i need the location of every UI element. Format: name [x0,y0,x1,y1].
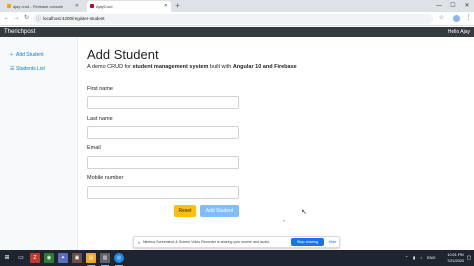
brand-link[interactable]: Therichpost [4,27,35,37]
menu-kebab-icon[interactable]: ⋮ [464,14,473,23]
scroll-caret-icon: ▾ [283,218,286,223]
first-name-label: First name [87,86,113,92]
site-info-icon[interactable]: ⓘ [36,14,41,24]
profile-avatar[interactable] [453,15,460,22]
page-title: Add Student [87,47,159,62]
last-name-label: Last name [87,116,113,122]
new-tab-plus-icon[interactable]: + [173,1,182,10]
reload-icon[interactable]: ↻ [22,14,31,23]
chrome-icon[interactable]: ◎ [114,253,124,266]
window-close-icon[interactable]: ✕ [460,0,474,12]
app-green-icon[interactable]: ◉ [44,253,54,263]
sidebar-item-label: Students List [16,66,45,72]
share-message: Nimbus Screenshot & Screen Video Recorde… [143,240,270,244]
add-student-button[interactable]: Add Student [200,205,239,217]
pause-icon: ⏸ [138,240,140,245]
star-icon[interactable]: ☆ [437,14,446,23]
firebase-favicon-icon [7,4,11,8]
mobile-number-input[interactable] [87,186,239,199]
terminal-icon[interactable]: ▣ [72,253,82,263]
page-subtitle: A demo CRUD for student management syste… [87,64,297,71]
angular-favicon-icon [90,4,94,8]
clock-date: 7/21/2020 [447,259,464,263]
filezilla-icon[interactable]: Z [30,253,40,263]
forward-icon[interactable]: → [12,14,21,23]
email-label: Email [87,145,101,151]
user-greeting: Hello Ajay [447,29,470,35]
subtitle-bold-system: student management system [132,64,209,70]
minimize-icon[interactable]: — [432,0,446,12]
mouse-cursor-icon: ↖ [301,209,307,216]
url-text: localhost:4200/register-student [43,16,105,21]
subtitle-text: A demo CRUD for [87,64,133,70]
address-bar[interactable]: ⓘ localhost:4200/register-student [33,14,433,24]
tab-close-icon[interactable]: ✕ [75,1,79,12]
mobile-number-label: Mobile number [87,175,124,181]
language-indicator[interactable]: ENG [427,250,436,266]
tab-firebase-console[interactable]: ajay crud - Firebase console ✕ [4,1,82,12]
sidebar-item-label: Add Student [16,52,44,58]
file-explorer-icon[interactable]: ▤ [86,253,96,266]
email-input[interactable] [87,156,239,169]
hide-button[interactable]: Hide [327,238,338,246]
taskview-icon[interactable]: ▭ [16,253,26,263]
tab-ajaycrud[interactable]: AjayCrud ✕ [87,1,171,12]
first-name-input[interactable] [87,96,239,109]
tray-arrow-icon[interactable]: ⌃ [405,250,408,266]
maximize-icon[interactable]: ☐ [446,0,460,12]
tab-title: ajay crud - Firebase console [13,4,64,9]
back-icon[interactable]: ← [2,14,11,23]
last-name-input[interactable] [87,126,239,139]
app-gray-icon[interactable]: ▥ [100,253,110,266]
browser-tab-strip: ajay crud - Firebase console ✕ AjayCrud … [0,0,474,12]
tab-title: AjayCrud [96,4,113,9]
stop-sharing-button[interactable]: Stop sharing [291,238,324,246]
subtitle-bold-tech: Angular 10 and Firebase [232,64,297,70]
network-icon[interactable]: ▮ [413,250,415,266]
volume-icon[interactable]: ♪ [420,250,422,266]
start-windows-icon[interactable]: ⊞ [2,253,12,263]
subtitle-text: built with [208,64,233,70]
sidebar-item-add-student[interactable]: + Add Student [10,51,44,59]
sidebar-item-students-list[interactable]: ☰ Students List [10,65,45,73]
app-purple-icon[interactable]: ✦ [58,253,68,263]
browser-toolbar: ← → ↻ ⓘ localhost:4200/register-student … [0,12,474,26]
tab-close-icon[interactable]: ✕ [164,1,168,12]
notifications-icon[interactable]: ▢ [466,254,472,262]
sidebar: + Add Student ☰ Students List [0,37,78,250]
windows-taskbar: ⊞ ▭ Z ◉ ✦ ▣ ▤ ▥ ◎ ⌃ ▮ ♪ ENG 10:01 PM 7/2… [0,250,474,266]
app-navbar: Therichpost Hello Ajay [0,27,474,37]
system-clock[interactable]: 10:01 PM 7/21/2020 [447,252,464,264]
reset-button[interactable]: Reset [174,205,196,217]
